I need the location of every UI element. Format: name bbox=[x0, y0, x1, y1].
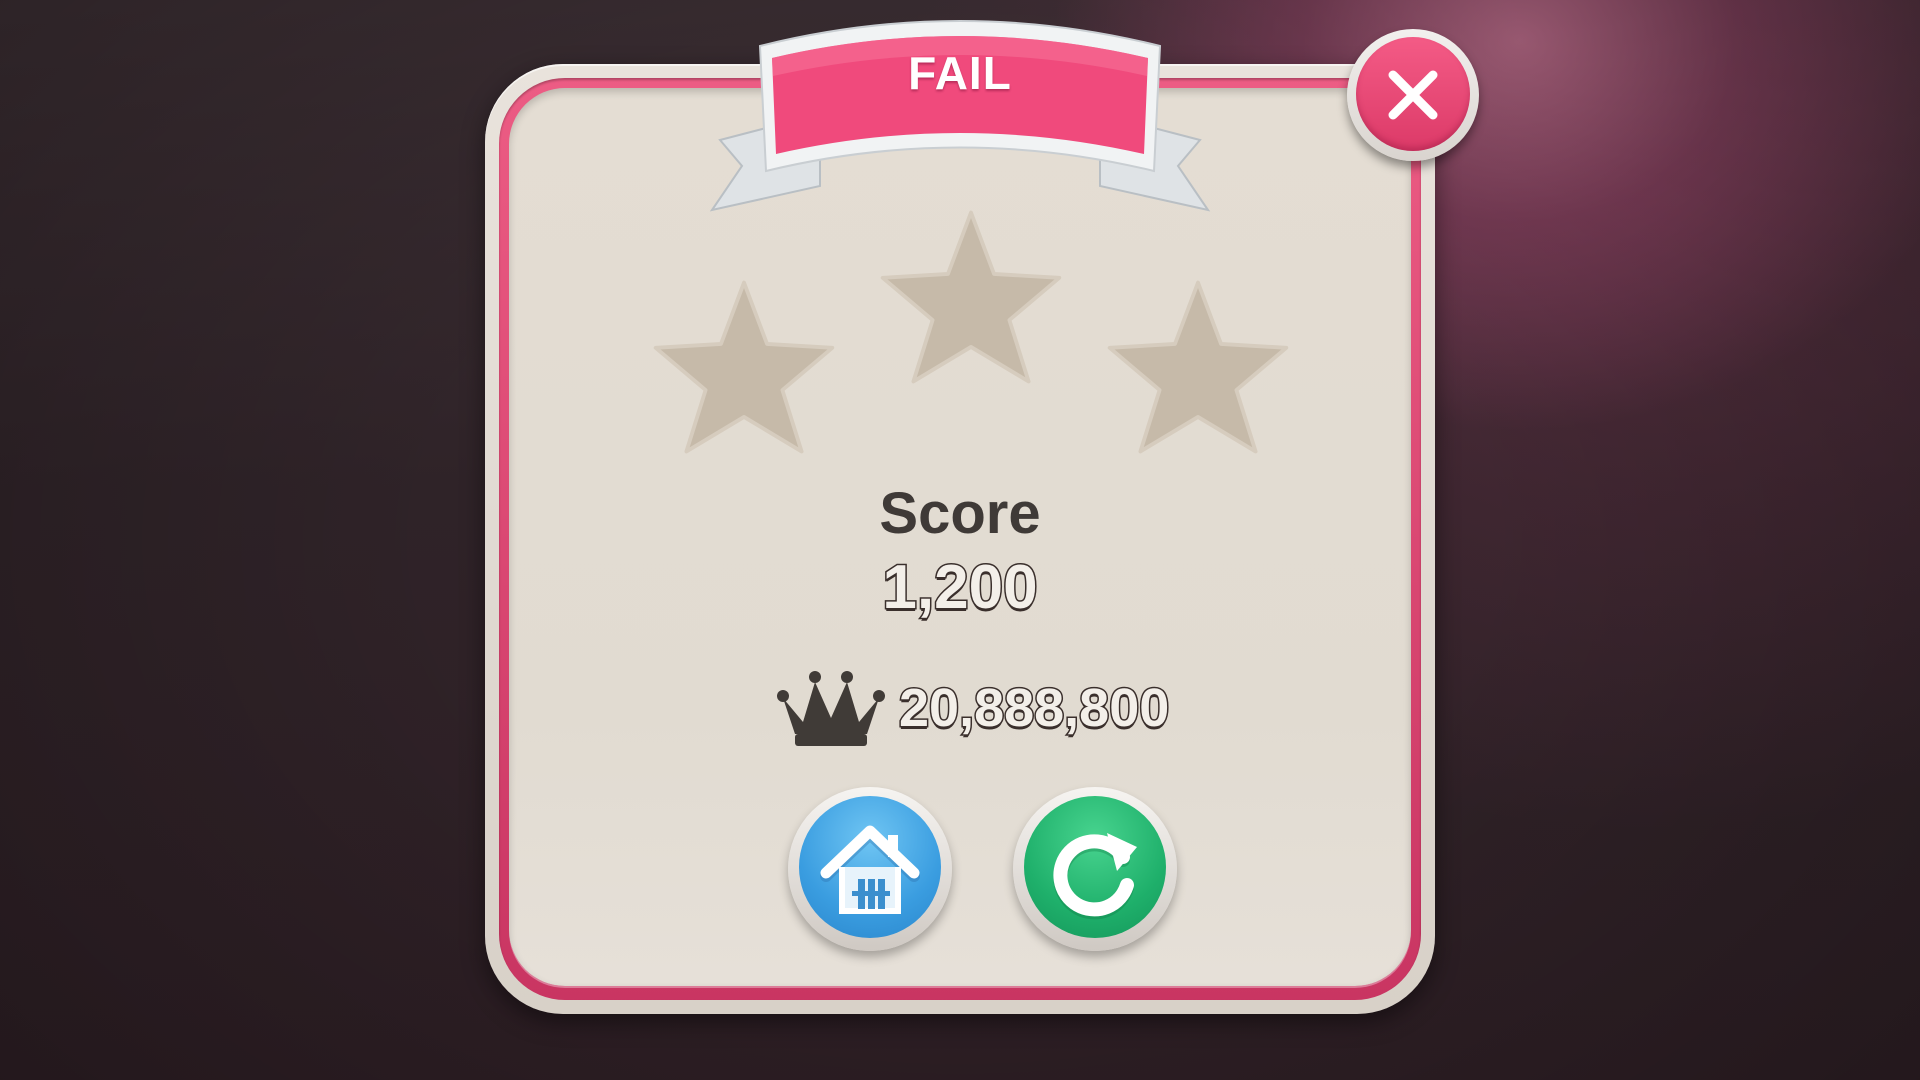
star-3-empty-icon bbox=[1107, 280, 1289, 454]
title-ribbon: FAIL bbox=[690, 6, 1230, 221]
best-score-value: 20,888,800 bbox=[897, 677, 1170, 740]
home-icon bbox=[820, 825, 920, 914]
score-label: Score bbox=[879, 481, 1041, 546]
star-1-empty-icon bbox=[653, 280, 835, 454]
close-icon bbox=[1388, 70, 1438, 120]
score-value: 1,200 bbox=[881, 552, 1039, 624]
crown-icon bbox=[777, 671, 885, 746]
star-2-empty-icon bbox=[880, 210, 1062, 384]
replay-button[interactable] bbox=[1013, 787, 1177, 951]
replay-icon bbox=[1053, 833, 1137, 920]
ribbon-graphic bbox=[709, 20, 1211, 212]
best-score-row: 20,888,800 bbox=[775, 668, 1171, 748]
home-button[interactable] bbox=[788, 787, 952, 951]
close-button[interactable] bbox=[1347, 29, 1479, 161]
dialog-title: FAIL bbox=[908, 47, 1012, 99]
